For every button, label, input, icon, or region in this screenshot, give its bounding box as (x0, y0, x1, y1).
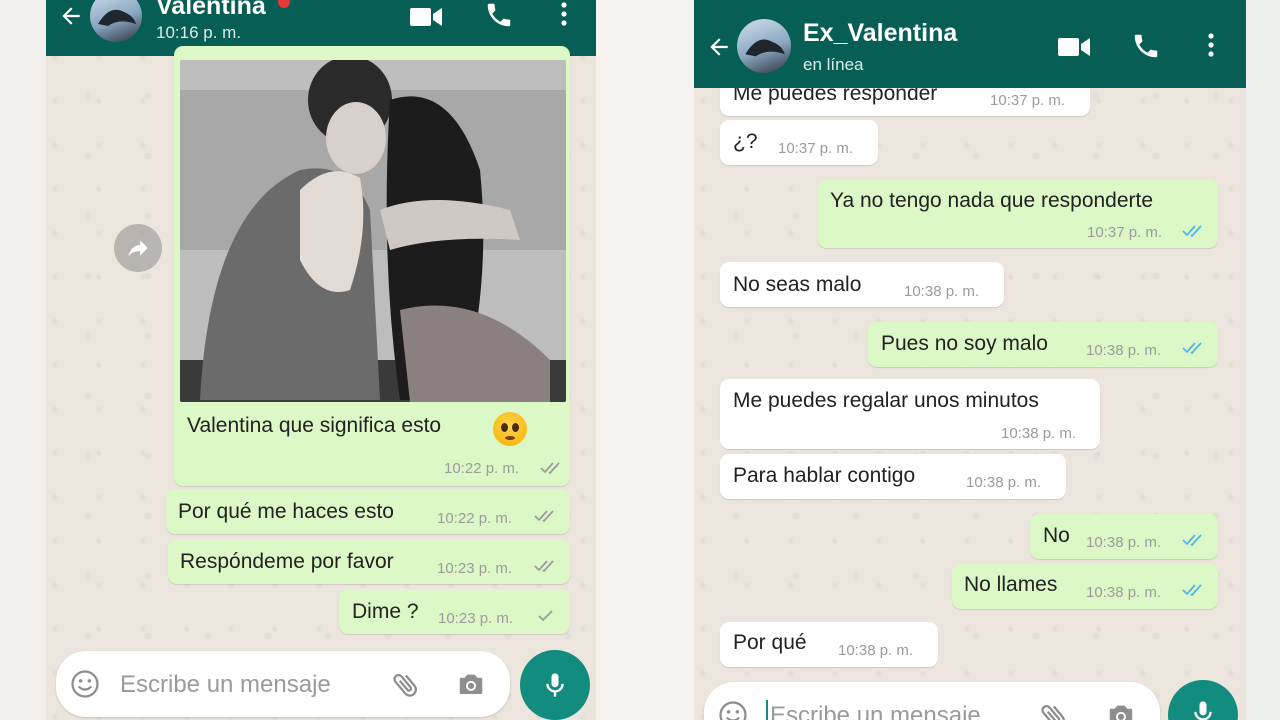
message-bubble[interactable]: Por qué me haces esto 10:22 p. m. (166, 489, 570, 534)
emoji-icon[interactable] (70, 669, 100, 699)
message-bubble[interactable]: Por qué 10:38 p. m. (720, 622, 938, 667)
message-time: 10:37 p. m. (1087, 224, 1163, 241)
message-time: 10:37 p. m. (990, 92, 1066, 109)
back-arrow-icon[interactable] (706, 34, 732, 60)
message-time: 10:38 p. m. (1086, 342, 1162, 359)
shared-photo[interactable] (180, 60, 566, 402)
message-text: Por qué me haces esto (178, 500, 394, 523)
message-bubble[interactable]: Pues no soy malo 10:38 p. m. (868, 322, 1218, 367)
contact-name[interactable]: Valentina (156, 0, 266, 21)
message-time: 10:38 p. m. (838, 642, 914, 659)
chat-header: Ex_Valentina en línea (694, 0, 1246, 88)
message-text: Ya no tengo nada que responderte (830, 189, 1154, 212)
message-bubble[interactable]: Me puedes regalar unos minutos 10:38 p. … (720, 379, 1100, 449)
message-input[interactable]: Escribe un mensaje (770, 702, 981, 720)
more-vertical-icon[interactable] (556, 2, 572, 28)
paperclip-icon[interactable] (1038, 700, 1070, 720)
camera-icon[interactable] (1106, 700, 1136, 720)
more-vertical-icon[interactable] (1203, 33, 1219, 59)
message-time: 10:38 p. m. (904, 283, 980, 300)
double-tick-read-icon (1182, 534, 1202, 547)
camera-icon[interactable] (456, 669, 486, 699)
message-bubble[interactable]: Dime ? 10:23 p. m. (339, 589, 570, 634)
message-input-bar: Escribe un mensaje (704, 682, 1160, 720)
message-time: 10:22 p. m. (444, 460, 520, 477)
message-text: Pues no soy malo (881, 332, 1048, 355)
forward-icon (128, 240, 148, 257)
double-tick-read-icon (1182, 342, 1202, 355)
message-bubble[interactable]: No 10:38 p. m. (1030, 514, 1218, 559)
single-tick-icon (538, 610, 553, 622)
message-text: No llames (964, 573, 1058, 596)
emoji-icon[interactable] (718, 700, 748, 720)
phone-icon[interactable] (484, 0, 514, 30)
message-text: No (1043, 524, 1070, 547)
message-bubble[interactable]: Respóndeme por favor 10:23 p. m. (168, 539, 570, 584)
double-tick-read-icon (1182, 584, 1202, 597)
message-text: Me puedes regalar unos minutos (733, 389, 1039, 412)
message-bubble[interactable]: Ya no tengo nada que responderte 10:37 p… (818, 180, 1218, 248)
microphone-icon (546, 673, 564, 697)
forward-button[interactable] (114, 224, 162, 272)
microphone-icon (1194, 701, 1212, 720)
double-tick-read-icon (1182, 225, 1202, 238)
background-strip-right (1246, 0, 1280, 720)
message-time: 10:38 p. m. (1086, 534, 1162, 551)
image-caption: Valentina que significa esto (187, 414, 442, 437)
message-input[interactable]: Escribe un mensaje (120, 671, 331, 699)
contact-name[interactable]: Ex_Valentina (803, 19, 957, 48)
video-camera-icon[interactable] (1058, 36, 1090, 58)
left-chat-screen: Valentina 10:16 p. m. Valentina que sign… (46, 0, 596, 720)
message-time: 10:22 p. m. (437, 510, 513, 527)
text-cursor (766, 700, 768, 720)
message-bubble[interactable]: Para hablar contigo 10:38 p. m. (720, 454, 1066, 499)
background-strip-middle (596, 0, 694, 720)
message-text: Respóndeme por favor (180, 550, 394, 573)
message-time: 10:38 p. m. (1001, 425, 1077, 442)
message-time: 10:37 p. m. (778, 140, 854, 157)
message-text: ¿? (733, 130, 758, 153)
message-text: Por qué (733, 631, 807, 654)
message-time: 10:23 p. m. (438, 610, 514, 627)
message-time: 10:23 p. m. (437, 560, 513, 577)
last-seen-time: 10:16 p. m. (156, 23, 242, 42)
avatar[interactable] (90, 0, 142, 42)
voice-message-button[interactable] (1168, 680, 1238, 720)
message-text: No seas malo (733, 273, 862, 296)
right-chat-screen: Me puedes responder 10:37 p. m. Ex_Valen… (694, 0, 1246, 720)
message-bubble[interactable]: No seas malo 10:38 p. m. (720, 262, 1004, 307)
phone-icon[interactable] (1131, 31, 1161, 61)
message-text: Para hablar contigo (733, 464, 916, 487)
background-strip-left (0, 0, 46, 720)
online-status: en línea (803, 55, 864, 74)
double-tick-icon (540, 462, 560, 475)
double-tick-icon (534, 510, 554, 523)
message-bubble[interactable]: ¿? 10:37 p. m. (720, 120, 878, 165)
message-time: 10:38 p. m. (966, 474, 1042, 491)
double-tick-icon (534, 560, 554, 573)
video-camera-icon[interactable] (410, 6, 442, 28)
voice-message-button[interactable] (520, 650, 590, 720)
paperclip-icon[interactable] (390, 669, 422, 701)
pleading-face-emoji-icon (493, 412, 527, 446)
message-input-bar: Escribe un mensaje (56, 651, 510, 717)
avatar[interactable] (737, 19, 791, 73)
message-time: 10:38 p. m. (1086, 584, 1162, 601)
back-arrow-icon[interactable] (58, 3, 84, 29)
message-bubble[interactable]: No llames 10:38 p. m. (952, 564, 1218, 609)
pin-marker-icon (278, 0, 290, 8)
message-text: Dime ? (352, 600, 419, 623)
